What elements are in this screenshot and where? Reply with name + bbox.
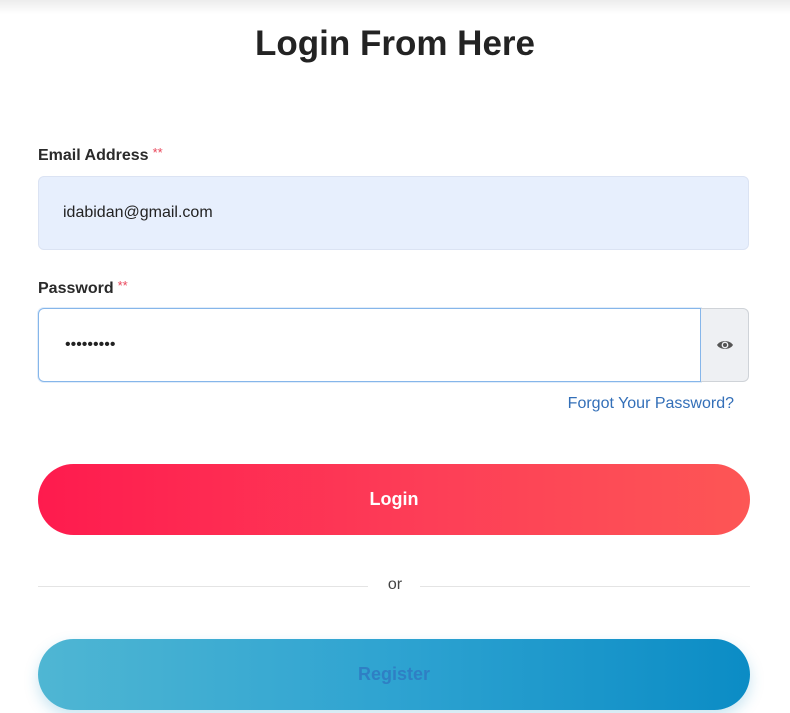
register-button[interactable]: Register: [38, 639, 750, 710]
email-label-text: Email Address: [38, 147, 149, 164]
email-field[interactable]: [38, 176, 749, 250]
email-required-mark: **: [152, 145, 163, 160]
login-page: Login From Here Email Address** Password…: [0, 0, 790, 713]
divider-right: [420, 586, 750, 587]
password-required-mark: **: [117, 278, 128, 293]
password-label: Password **: [38, 278, 128, 298]
show-password-button[interactable]: [701, 308, 749, 382]
forgot-password-link[interactable]: Forgot Your Password?: [568, 395, 734, 413]
email-label: Email Address **: [38, 145, 163, 165]
eye-icon: [716, 341, 733, 349]
page-title: Login From Here: [254, 24, 536, 63]
login-button[interactable]: Login: [38, 464, 750, 535]
password-field[interactable]: [38, 308, 701, 382]
or-divider-text: or: [387, 576, 403, 593]
password-label-text: Password: [38, 280, 114, 297]
top-shadow: [0, 0, 790, 14]
